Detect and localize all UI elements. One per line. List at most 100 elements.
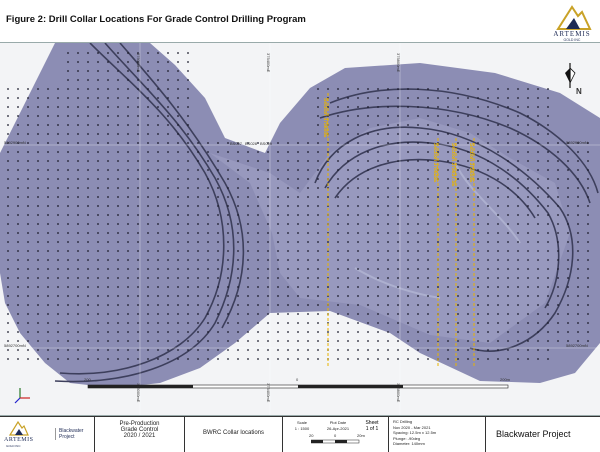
drill-collar-dot <box>187 52 189 54</box>
drill-collar-dot <box>557 178 559 180</box>
drill-collar-dot <box>177 250 179 252</box>
drill-collar-dot <box>397 268 399 270</box>
drill-collar-dot <box>57 277 59 279</box>
drill-collar-dot <box>407 250 409 252</box>
drill-collar-dot <box>307 223 309 225</box>
drill-collar-dot <box>447 250 449 252</box>
drill-collar-dot <box>77 79 79 81</box>
drill-collar-dot <box>297 304 299 306</box>
drill-collar-dot <box>207 286 209 288</box>
drill-collar-dot <box>167 286 169 288</box>
drill-collar-dot <box>177 97 179 99</box>
drill-collar-dot <box>187 214 189 216</box>
drill-collar-dot <box>467 241 469 243</box>
drill-collar-dot <box>287 358 289 360</box>
drill-collar-dot <box>497 151 499 153</box>
drill-collar-dot <box>127 214 129 216</box>
drill-collar-dot <box>157 358 159 360</box>
drill-collar-dot <box>517 286 519 288</box>
drill-collar-dot <box>227 223 229 225</box>
drill-collar-dot <box>487 142 489 144</box>
drill-collar-dot <box>77 70 79 72</box>
drill-collar-dot <box>447 178 449 180</box>
drill-collar-dot <box>527 331 529 333</box>
drill-collar-dot <box>47 196 49 198</box>
drill-collar-dot <box>417 250 419 252</box>
drill-collar-dot <box>417 142 419 144</box>
drill-collar-dot <box>97 340 99 342</box>
drill-collar-dot <box>217 250 219 252</box>
drill-collar-dot <box>77 178 79 180</box>
drill-collar-dot <box>457 250 459 252</box>
drill-collar-dot <box>137 232 139 234</box>
drill-collar-dot <box>297 322 299 324</box>
drill-collar-dot <box>277 232 279 234</box>
drill-collar-dot <box>27 286 29 288</box>
drill-collar-dot <box>377 313 379 315</box>
drill-collar-dot <box>397 313 399 315</box>
drill-collar-dot <box>577 259 579 261</box>
drill-collar-dot <box>27 106 29 108</box>
drill-collar-dot <box>437 133 439 135</box>
drill-collar-dot <box>7 205 9 207</box>
drill-collar-dot <box>77 115 79 117</box>
drill-collar-dot <box>457 106 459 108</box>
drill-collar-dot <box>457 124 459 126</box>
drill-collar-dot <box>97 106 99 108</box>
drill-collar-dot <box>247 277 249 279</box>
drill-collar-dot <box>177 70 179 72</box>
drill-collar-dot <box>107 259 109 261</box>
drill-collar-dot <box>157 88 159 90</box>
drill-collar-dot <box>397 241 399 243</box>
drill-collar-dot <box>437 106 439 108</box>
drill-collar-dot <box>507 268 509 270</box>
drill-collar-dot <box>87 313 89 315</box>
drill-collar-dot <box>187 187 189 189</box>
drill-collar-dot <box>217 295 219 297</box>
drill-collar-dot <box>167 232 169 234</box>
drill-collar-dot <box>447 232 449 234</box>
drill-collar-dot <box>587 304 589 306</box>
drill-collar-dot <box>577 205 579 207</box>
easting-label-bottom: 375800mE <box>396 383 401 403</box>
drill-collar-dot <box>417 304 419 306</box>
drill-collar-dot <box>97 232 99 234</box>
drill-collar-dot <box>117 124 119 126</box>
drill-collar-dot <box>367 160 369 162</box>
drill-collar-dot <box>27 205 29 207</box>
drill-collar-dot <box>387 88 389 90</box>
drill-collar-dot <box>257 268 259 270</box>
drill-collar-dot <box>457 205 459 207</box>
drill-collar-dot <box>527 340 529 342</box>
drill-collar-dot <box>347 106 349 108</box>
drill-collar-dot <box>87 295 89 297</box>
drill-collar-dot <box>347 223 349 225</box>
drill-collar-dot <box>397 349 399 351</box>
drill-collar-dot <box>247 205 249 207</box>
drill-collar-dot <box>557 151 559 153</box>
drill-collar-dot <box>107 142 109 144</box>
drill-collar-dot <box>397 106 399 108</box>
drill-collar-dot <box>87 241 89 243</box>
drill-collar-dot <box>177 349 179 351</box>
drill-collar-dot <box>407 322 409 324</box>
tb-scale-label: Scale <box>296 420 307 425</box>
drill-collar-dot <box>217 160 219 162</box>
drill-collar-dot <box>517 223 519 225</box>
drill-collar-dot <box>147 349 149 351</box>
drill-collar-dot <box>287 151 289 153</box>
drill-collar-dot <box>567 259 569 261</box>
drill-collar-dot <box>367 322 369 324</box>
drill-collar-dot <box>527 232 529 234</box>
drill-collar-dot <box>467 259 469 261</box>
title-block-phase: Pre-Production Grade Control 2020 / 2021 <box>95 417 185 452</box>
drill-collar-dot <box>317 142 319 144</box>
drill-collar-dot <box>7 133 9 135</box>
drill-collar-dot <box>27 151 29 153</box>
drill-collar-dot <box>357 106 359 108</box>
drill-collar-dot <box>387 160 389 162</box>
drill-collar-dot <box>257 151 259 153</box>
drill-collar-dot <box>67 196 69 198</box>
drill-collar-dot <box>187 295 189 297</box>
drill-collar-dot <box>147 124 149 126</box>
